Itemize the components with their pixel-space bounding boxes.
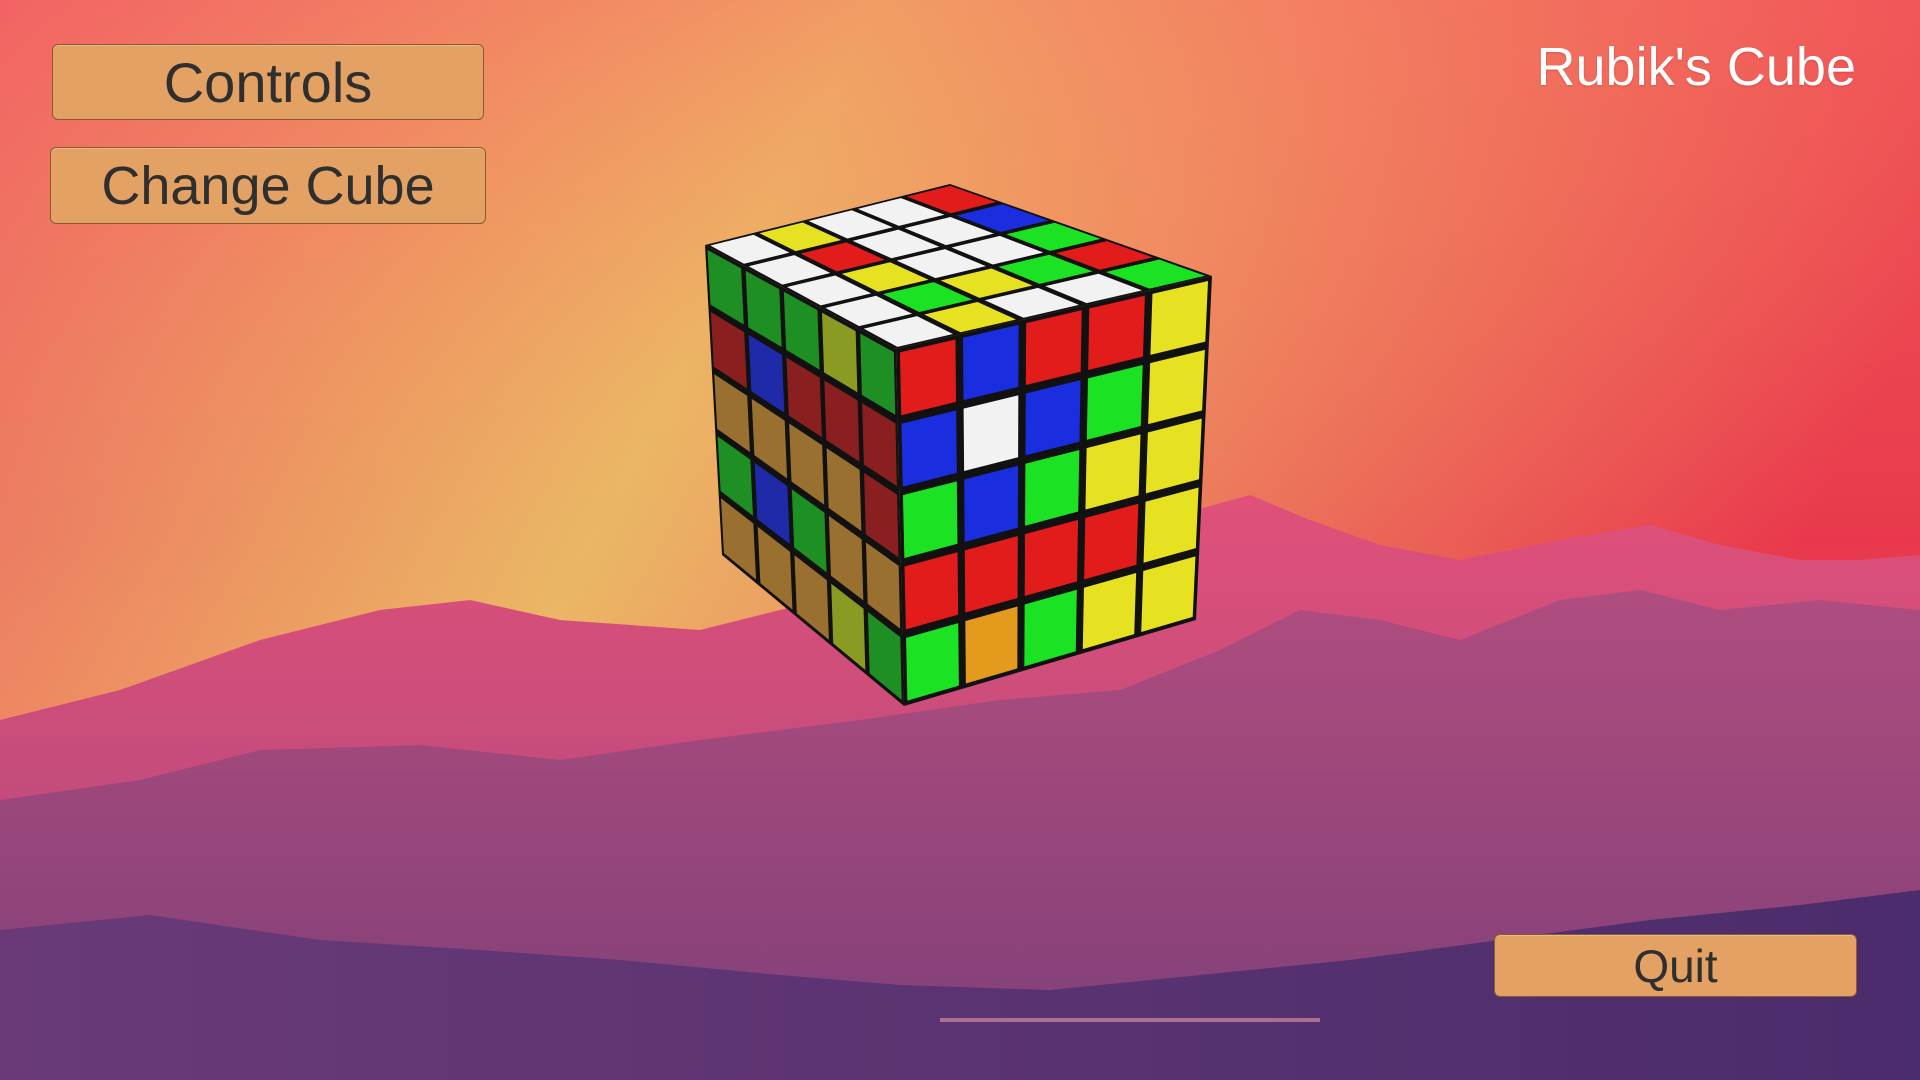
game-title: Rubik's Cube bbox=[1536, 37, 1856, 97]
controls-button[interactable]: Controls bbox=[52, 44, 484, 120]
change-cube-button[interactable]: Change Cube bbox=[50, 147, 486, 224]
cube-sticker[interactable] bbox=[899, 339, 957, 416]
quit-button[interactable]: Quit bbox=[1494, 934, 1857, 997]
cube-front-face[interactable] bbox=[896, 276, 1212, 706]
